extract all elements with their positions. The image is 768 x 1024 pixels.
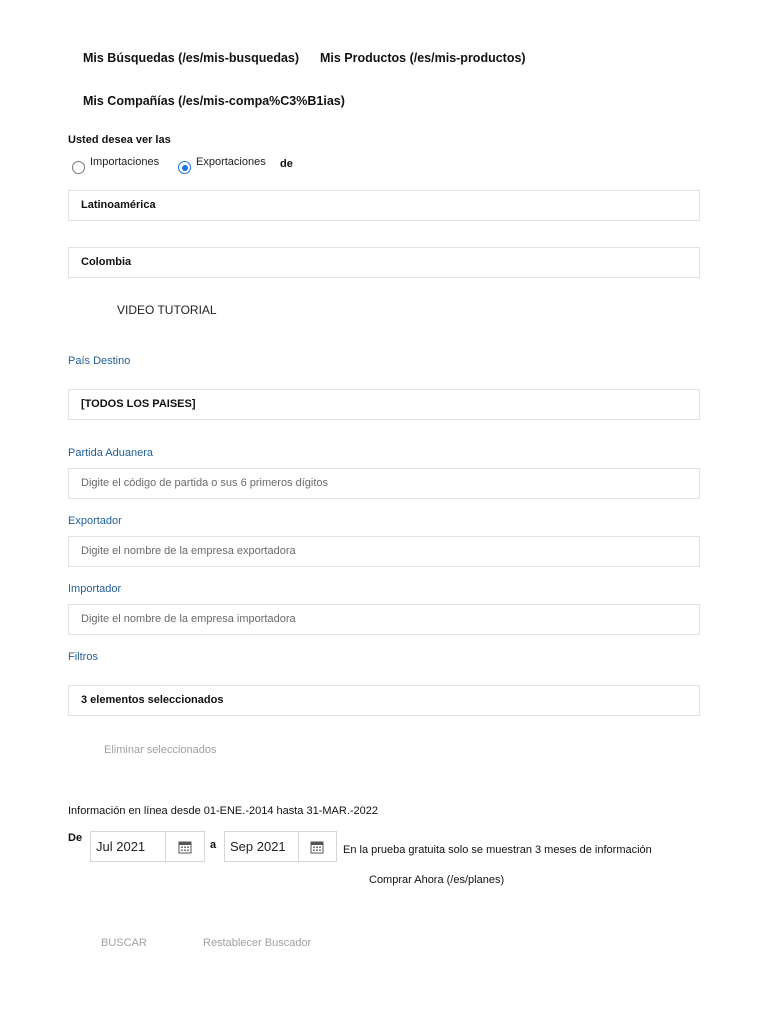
radio-importaciones-label: Importaciones [90, 156, 160, 168]
radio-importaciones[interactable] [72, 161, 85, 174]
exportador-input[interactable]: Digite el nombre de la empresa exportado… [68, 536, 700, 567]
video-tutorial-link[interactable]: VIDEO TUTORIAL [117, 303, 217, 317]
date-to-value: Sep 2021 [230, 839, 286, 854]
restablecer-button[interactable]: Restablecer Buscador [203, 937, 311, 949]
filtros-select[interactable]: 3 elementos seleccionados [68, 685, 700, 716]
eliminar-seleccionados-button[interactable]: Eliminar seleccionados [104, 744, 217, 756]
calendar-icon[interactable] [297, 832, 337, 861]
view-prompt: Usted desea ver las [68, 134, 171, 146]
date-to-picker[interactable]: Sep 2021 [224, 831, 337, 862]
view-suffix: de [280, 158, 293, 170]
importador-input[interactable]: Digite el nombre de la empresa importado… [68, 604, 700, 635]
pais-destino-label: País Destino [68, 355, 131, 367]
nav-mis-companias[interactable]: Mis Compañías (/es/mis-compa%C3%B1ias) [83, 94, 345, 108]
radio-exportaciones[interactable] [178, 161, 191, 174]
region-select[interactable]: Latinoamérica [68, 190, 700, 221]
info-range: Información en línea desde 01-ENE.-2014 … [68, 805, 379, 817]
country-select[interactable]: Colombia [68, 247, 700, 278]
partida-label: Partida Aduanera [68, 447, 154, 459]
pais-destino-select[interactable]: [TODOS LOS PAISES] [68, 389, 700, 420]
importador-label: Importador [68, 583, 122, 595]
date-from-picker[interactable]: Jul 2021 [90, 831, 205, 862]
comprar-ahora-link[interactable]: Comprar Ahora (/es/planes) [369, 874, 504, 886]
date-from-value: Jul 2021 [96, 839, 146, 854]
filtros-label: Filtros [68, 651, 98, 663]
exportador-label: Exportador [68, 515, 122, 527]
calendar-icon[interactable] [164, 832, 204, 861]
nav-mis-busquedas[interactable]: Mis Búsquedas (/es/mis-busquedas) [83, 51, 299, 65]
radio-exportaciones-label: Exportaciones [196, 156, 266, 168]
trial-note: En la prueba gratuita solo se muestran 3… [343, 844, 652, 856]
partida-input[interactable]: Digite el código de partida o sus 6 prim… [68, 468, 700, 499]
date-from-label: De [68, 832, 83, 844]
buscar-button[interactable]: BUSCAR [101, 937, 147, 949]
date-to-label: a [210, 839, 217, 851]
nav-mis-productos[interactable]: Mis Productos (/es/mis-productos) [320, 51, 526, 65]
